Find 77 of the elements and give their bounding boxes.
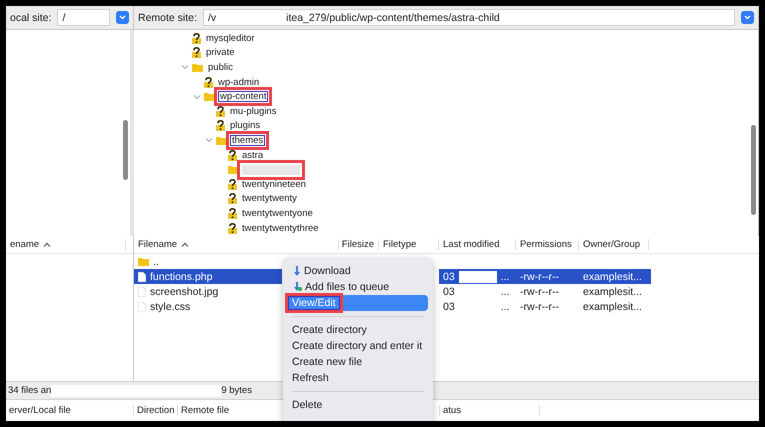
sort-ascending-icon[interactable]	[43, 242, 52, 247]
tree-item[interactable]: public	[206, 62, 235, 73]
remote-site-label: Remote site:	[138, 12, 197, 24]
local-site-field[interactable]: /	[57, 9, 110, 26]
local-site-label: ocal site:	[10, 12, 52, 24]
date-cell: 03 ...	[439, 269, 516, 284]
menu-item[interactable]: Add files to queue	[288, 279, 428, 295]
menu-item[interactable]: Create new file	[288, 354, 428, 370]
file-name-cell[interactable]: ..	[134, 254, 282, 269]
question-mark-icon	[228, 208, 237, 219]
tree-item[interactable]: mysqleditor	[204, 32, 257, 44]
menu-item[interactable]: Delete	[288, 397, 428, 413]
question-mark-icon	[228, 222, 237, 234]
tree-item[interactable]: themes	[230, 134, 266, 146]
folder-icon	[192, 62, 203, 72]
owner-cell: examplesit...	[579, 269, 651, 284]
date-cell-text: 03 ...	[442, 300, 510, 314]
scrollbar-thumb[interactable]	[123, 120, 128, 180]
permissions-cell-text: -rw-r--r--	[519, 284, 560, 299]
column-header[interactable]: ename	[6, 239, 126, 250]
chevron-icon[interactable]	[193, 92, 201, 101]
status-text: 34 files an	[8, 385, 52, 396]
column-header[interactable]: Owner/Group	[579, 239, 649, 250]
owner-cell-text: examplesit...	[582, 284, 643, 299]
add-queue-icon	[293, 282, 302, 292]
tree-item[interactable]: twentynineteen	[240, 178, 308, 190]
download-arrow-icon	[293, 266, 301, 276]
question-mark-icon	[192, 47, 201, 58]
column-header[interactable]: Last modified	[439, 239, 516, 250]
question-mark-icon	[204, 76, 213, 88]
dropdown-icon[interactable]	[741, 11, 754, 24]
tree-item[interactable]: astra	[240, 150, 266, 161]
tree-item[interactable]: private	[204, 47, 237, 58]
tree-item[interactable]: plugins	[228, 120, 262, 132]
tree-item[interactable]: mu-plugins	[228, 106, 278, 117]
folder-icon	[228, 165, 239, 174]
chevron-icon[interactable]	[205, 136, 213, 144]
owner-cell-text: examplesit...	[582, 300, 643, 314]
column-header[interactable]: Permissions	[516, 239, 579, 250]
column-header[interactable]: erver/Local file	[6, 405, 134, 416]
question-mark-icon	[216, 106, 225, 117]
tree-item[interactable]: twentytwenty	[240, 193, 299, 204]
column-header[interactable]: atus	[440, 405, 540, 416]
sort-ascending-icon[interactable]	[181, 242, 190, 247]
menu-item[interactable]: View/Edit	[288, 295, 428, 311]
tree-item[interactable]: wp-content	[218, 91, 268, 102]
column-header[interactable]: Filename	[134, 239, 339, 250]
column-header[interactable]: Filetype	[379, 239, 439, 250]
file-name-cell[interactable]: screenshot.jpg	[134, 284, 282, 299]
column-header[interactable]: Direction	[134, 405, 178, 416]
menu-item[interactable]: Refresh	[288, 370, 428, 386]
column-header[interactable]: Filesize	[339, 239, 379, 250]
question-mark-icon	[216, 120, 225, 132]
file-name-cell[interactable]: style.css	[134, 299, 282, 314]
menu-item[interactable]: Create directory and enter it	[288, 338, 428, 354]
permissions-cell: -rw-r--r--	[516, 269, 579, 284]
status-text: 9 bytes	[221, 385, 252, 396]
date-cell-text: 03 ...	[442, 284, 510, 299]
chevron-icon[interactable]	[181, 63, 189, 72]
remote-site-field[interactable]: /v itea_279/public/wp-content/themes/astra-child	[202, 9, 735, 26]
menu-item[interactable]: Download	[288, 263, 428, 279]
file-name-cell[interactable]: functions.php	[134, 269, 282, 284]
tree-item[interactable]: twentytwentythree	[240, 222, 321, 234]
folder-icon	[216, 136, 227, 145]
folder-icon	[138, 257, 149, 266]
question-mark-icon	[192, 32, 201, 44]
tree-item[interactable]: twentytwentyone	[240, 208, 315, 219]
question-mark-icon	[228, 150, 237, 161]
tree-item[interactable]: wp-admin	[216, 76, 262, 88]
dropdown-icon[interactable]	[116, 11, 129, 24]
permissions-cell-text: -rw-r--r--	[519, 300, 560, 314]
redaction-block	[458, 270, 497, 282]
question-mark-icon	[228, 193, 237, 204]
scrollbar-thumb[interactable]	[751, 125, 756, 215]
menu-item[interactable]: Create directory	[288, 322, 428, 338]
question-mark-icon	[228, 178, 237, 190]
folder-icon	[204, 92, 215, 102]
